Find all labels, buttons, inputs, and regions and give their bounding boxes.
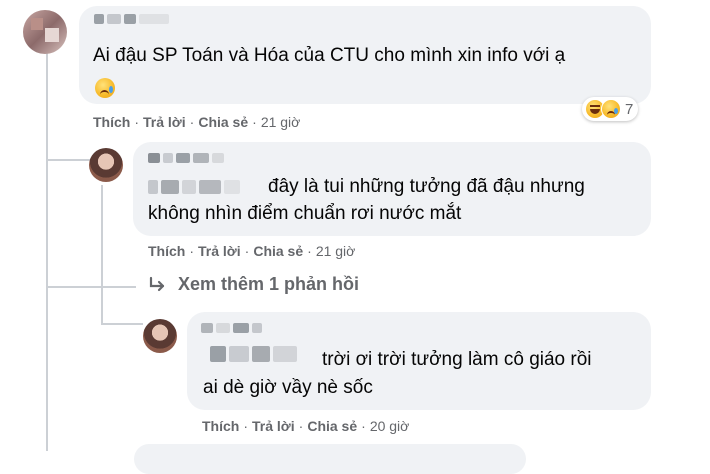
separator: · <box>189 114 195 130</box>
reply-button[interactable]: Trả lời <box>252 418 295 434</box>
comment-text: đây là tui những tưởng đã đậu nhưng <box>268 176 585 197</box>
thread-line <box>46 161 48 451</box>
blurred-author-name <box>148 153 224 163</box>
separator: · <box>298 418 304 434</box>
separator: · <box>361 418 366 434</box>
comment-text: ai dè giờ vầy nè sốc <box>203 377 373 398</box>
reply-button[interactable]: Trả lời <box>143 114 186 130</box>
comment-text: không nhìn điểm chuẩn rơi nước mắt <box>148 203 462 224</box>
timestamp[interactable]: 20 giờ <box>370 418 410 434</box>
avatar[interactable] <box>143 319 177 353</box>
separator: · <box>243 418 249 434</box>
blurred-author-name <box>201 323 262 333</box>
reply-button[interactable]: Trả lời <box>198 243 241 259</box>
separator: · <box>189 243 195 259</box>
comment-text: Ai đậu SP Toán và Hóa của CTU cho mình x… <box>93 45 566 66</box>
avatar[interactable] <box>23 10 67 54</box>
sad-icon <box>601 99 621 119</box>
timestamp[interactable]: 21 giờ <box>261 114 301 130</box>
thread-line <box>101 323 143 325</box>
like-button[interactable]: Thích <box>93 114 130 130</box>
thread-line <box>101 185 103 325</box>
blurred-author-name <box>94 14 169 24</box>
like-button[interactable]: Thích <box>148 243 185 259</box>
separator: · <box>134 114 140 130</box>
comment-text: trời ơi trời tưởng làm cô giáo rồi <box>322 349 592 370</box>
share-button[interactable]: Chia sẻ <box>253 243 303 259</box>
avatar[interactable] <box>89 148 123 182</box>
share-button[interactable]: Chia sẻ <box>307 418 357 434</box>
blurred-mention <box>148 180 240 194</box>
comment-actions: Thích · Trả lời · Chia sẻ · 21 giờ <box>93 114 300 130</box>
timestamp[interactable]: 21 giờ <box>316 243 356 259</box>
comment-actions: Thích · Trả lời · Chia sẻ · 20 giờ <box>202 418 409 434</box>
view-more-replies-label: Xem thêm 1 phản hồi <box>178 274 360 294</box>
comment-bubble <box>134 444 526 474</box>
separator: · <box>307 243 312 259</box>
reaction-summary[interactable]: 7 <box>582 97 639 121</box>
share-button[interactable]: Chia sẻ <box>198 114 248 130</box>
thread-line <box>46 286 136 288</box>
sad-cry-icon <box>95 78 115 98</box>
separator: · <box>252 114 257 130</box>
separator: · <box>244 243 250 259</box>
blurred-mention <box>210 346 297 362</box>
view-more-replies-button[interactable]: Xem thêm 1 phản hồi <box>148 274 359 295</box>
thread-line <box>46 48 48 161</box>
like-button[interactable]: Thích <box>202 418 239 434</box>
reply-arrow-icon <box>149 276 165 291</box>
reaction-count: 7 <box>625 100 634 118</box>
comment-actions: Thích · Trả lời · Chia sẻ · 21 giờ <box>148 243 355 259</box>
